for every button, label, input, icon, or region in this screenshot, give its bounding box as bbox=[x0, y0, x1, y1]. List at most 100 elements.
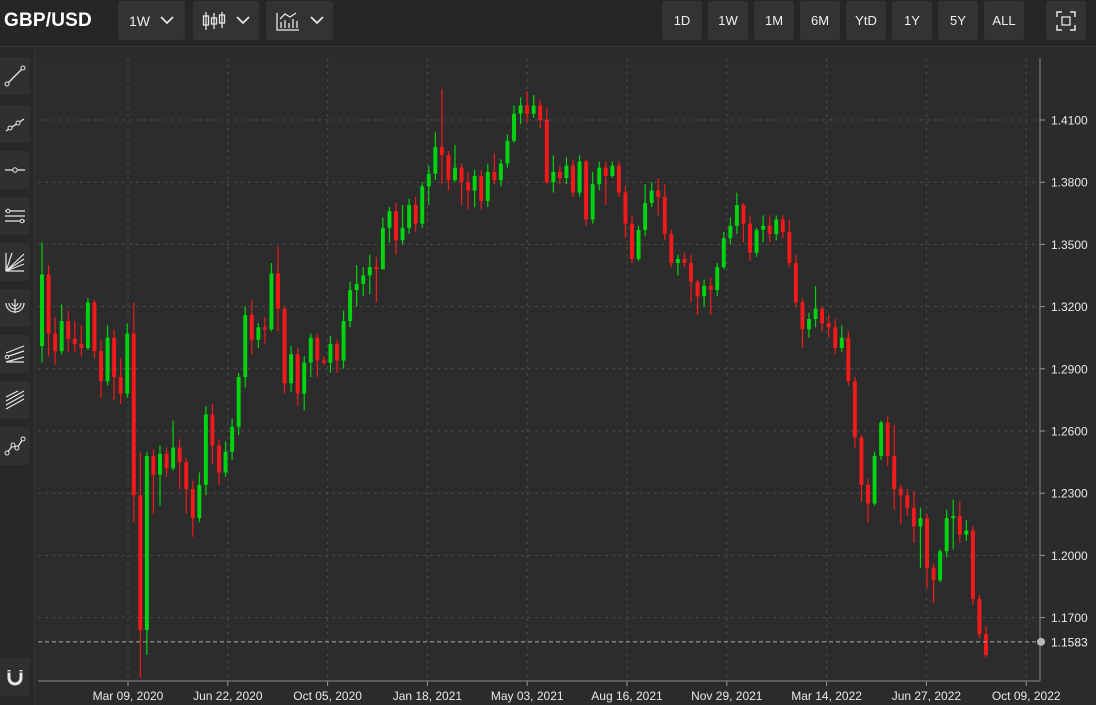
candle bbox=[144, 451, 149, 655]
candle-body bbox=[335, 343, 339, 361]
candle-body bbox=[852, 381, 857, 438]
candle-body bbox=[610, 165, 615, 176]
candle-body bbox=[518, 105, 523, 114]
candle-body bbox=[85, 302, 90, 349]
candle-body bbox=[721, 238, 726, 268]
candle-body bbox=[426, 173, 431, 187]
candle-body bbox=[262, 327, 267, 330]
candle-body bbox=[223, 451, 228, 473]
y-tick-label: 1.3500 bbox=[1051, 238, 1088, 252]
candle bbox=[852, 377, 857, 448]
candle-body bbox=[833, 327, 838, 349]
candle-body bbox=[885, 422, 890, 456]
candle-body bbox=[112, 337, 117, 378]
candle-body bbox=[669, 234, 674, 264]
y-tick-label: 1.2300 bbox=[1051, 487, 1088, 501]
last-price-label: 1.1583 bbox=[1051, 635, 1088, 649]
candle-body bbox=[308, 337, 313, 363]
candle-body bbox=[866, 484, 870, 504]
x-tick-label: Oct 05, 2020 bbox=[293, 689, 362, 703]
y-tick-label: 1.3200 bbox=[1051, 300, 1088, 314]
x-tick-label: Mar 14, 2022 bbox=[791, 689, 862, 703]
candle-body bbox=[675, 258, 680, 264]
candle-body bbox=[151, 455, 156, 475]
candle-body bbox=[590, 184, 595, 220]
x-tick-label: Mar 09, 2020 bbox=[93, 689, 164, 703]
candle-body bbox=[695, 281, 700, 297]
candle-body bbox=[623, 192, 628, 224]
candle-body bbox=[380, 227, 385, 270]
candle-body bbox=[203, 414, 208, 485]
candle-body bbox=[387, 211, 392, 228]
candle-body bbox=[125, 333, 130, 394]
candle-body bbox=[944, 518, 949, 552]
x-tick-label: Aug 16, 2021 bbox=[591, 689, 663, 703]
candle-body bbox=[787, 231, 792, 264]
candle bbox=[577, 155, 582, 197]
candle-body bbox=[59, 321, 64, 352]
candle-body bbox=[577, 161, 582, 193]
candle-body bbox=[256, 327, 261, 340]
candle-body bbox=[872, 455, 877, 504]
candle-body bbox=[276, 273, 280, 309]
candle-body bbox=[584, 161, 589, 220]
candle-body bbox=[662, 196, 667, 235]
candle-body bbox=[951, 516, 956, 519]
candle-body bbox=[302, 362, 307, 394]
candle-body bbox=[164, 453, 169, 469]
candle-body bbox=[171, 447, 176, 469]
candle-body bbox=[846, 337, 851, 382]
candle-body bbox=[158, 453, 162, 475]
candle-body bbox=[361, 275, 366, 284]
candle-body bbox=[892, 455, 897, 490]
candle-body bbox=[295, 354, 300, 394]
candle-body bbox=[367, 267, 372, 276]
candle-body bbox=[131, 333, 136, 496]
candle-body bbox=[394, 211, 398, 241]
price-chart[interactable]: 1.1700 1.2000 1.2300 1.2600 1.2900 1.3200 1.35… bbox=[0, 0, 1096, 705]
candle-body bbox=[492, 171, 497, 181]
candle-body bbox=[420, 186, 425, 224]
candle-body bbox=[557, 171, 562, 179]
candle bbox=[125, 323, 130, 398]
candle-body bbox=[479, 175, 484, 201]
candle-body bbox=[79, 343, 84, 349]
candle-body bbox=[453, 167, 457, 181]
candle-body bbox=[46, 274, 51, 334]
candle-body bbox=[400, 227, 405, 241]
candle-body bbox=[118, 377, 123, 394]
candle-body bbox=[728, 225, 733, 239]
x-tick-label: May 03, 2021 bbox=[491, 689, 564, 703]
candle-body bbox=[879, 422, 884, 456]
candle bbox=[970, 526, 975, 606]
y-tick-label: 1.2000 bbox=[1051, 549, 1088, 563]
candle-body bbox=[984, 634, 988, 655]
candle-body bbox=[72, 338, 77, 344]
candle-body bbox=[512, 113, 516, 141]
candle-body bbox=[839, 337, 844, 349]
candle-body bbox=[715, 267, 720, 291]
candle bbox=[938, 549, 943, 583]
candle-body bbox=[282, 308, 287, 384]
candle-body bbox=[413, 205, 418, 224]
candle bbox=[872, 451, 877, 506]
candle-body bbox=[439, 146, 444, 156]
candle-body bbox=[269, 273, 274, 330]
candle-body bbox=[321, 360, 326, 363]
x-tick-label: Nov 29, 2021 bbox=[691, 689, 763, 703]
candle bbox=[236, 372, 241, 436]
candle bbox=[92, 300, 97, 359]
candle-body bbox=[341, 321, 346, 361]
candle-body bbox=[459, 167, 464, 183]
candle-body bbox=[643, 202, 648, 230]
candle-body bbox=[603, 167, 608, 176]
plot-area bbox=[38, 58, 1040, 681]
candle-body bbox=[190, 489, 195, 519]
candle-body bbox=[636, 229, 641, 259]
candle-body bbox=[905, 495, 910, 508]
candle-body bbox=[761, 225, 766, 230]
candle-body bbox=[964, 530, 969, 535]
candle-body bbox=[780, 219, 785, 232]
candle-body bbox=[748, 223, 752, 253]
candle-body bbox=[702, 285, 707, 297]
